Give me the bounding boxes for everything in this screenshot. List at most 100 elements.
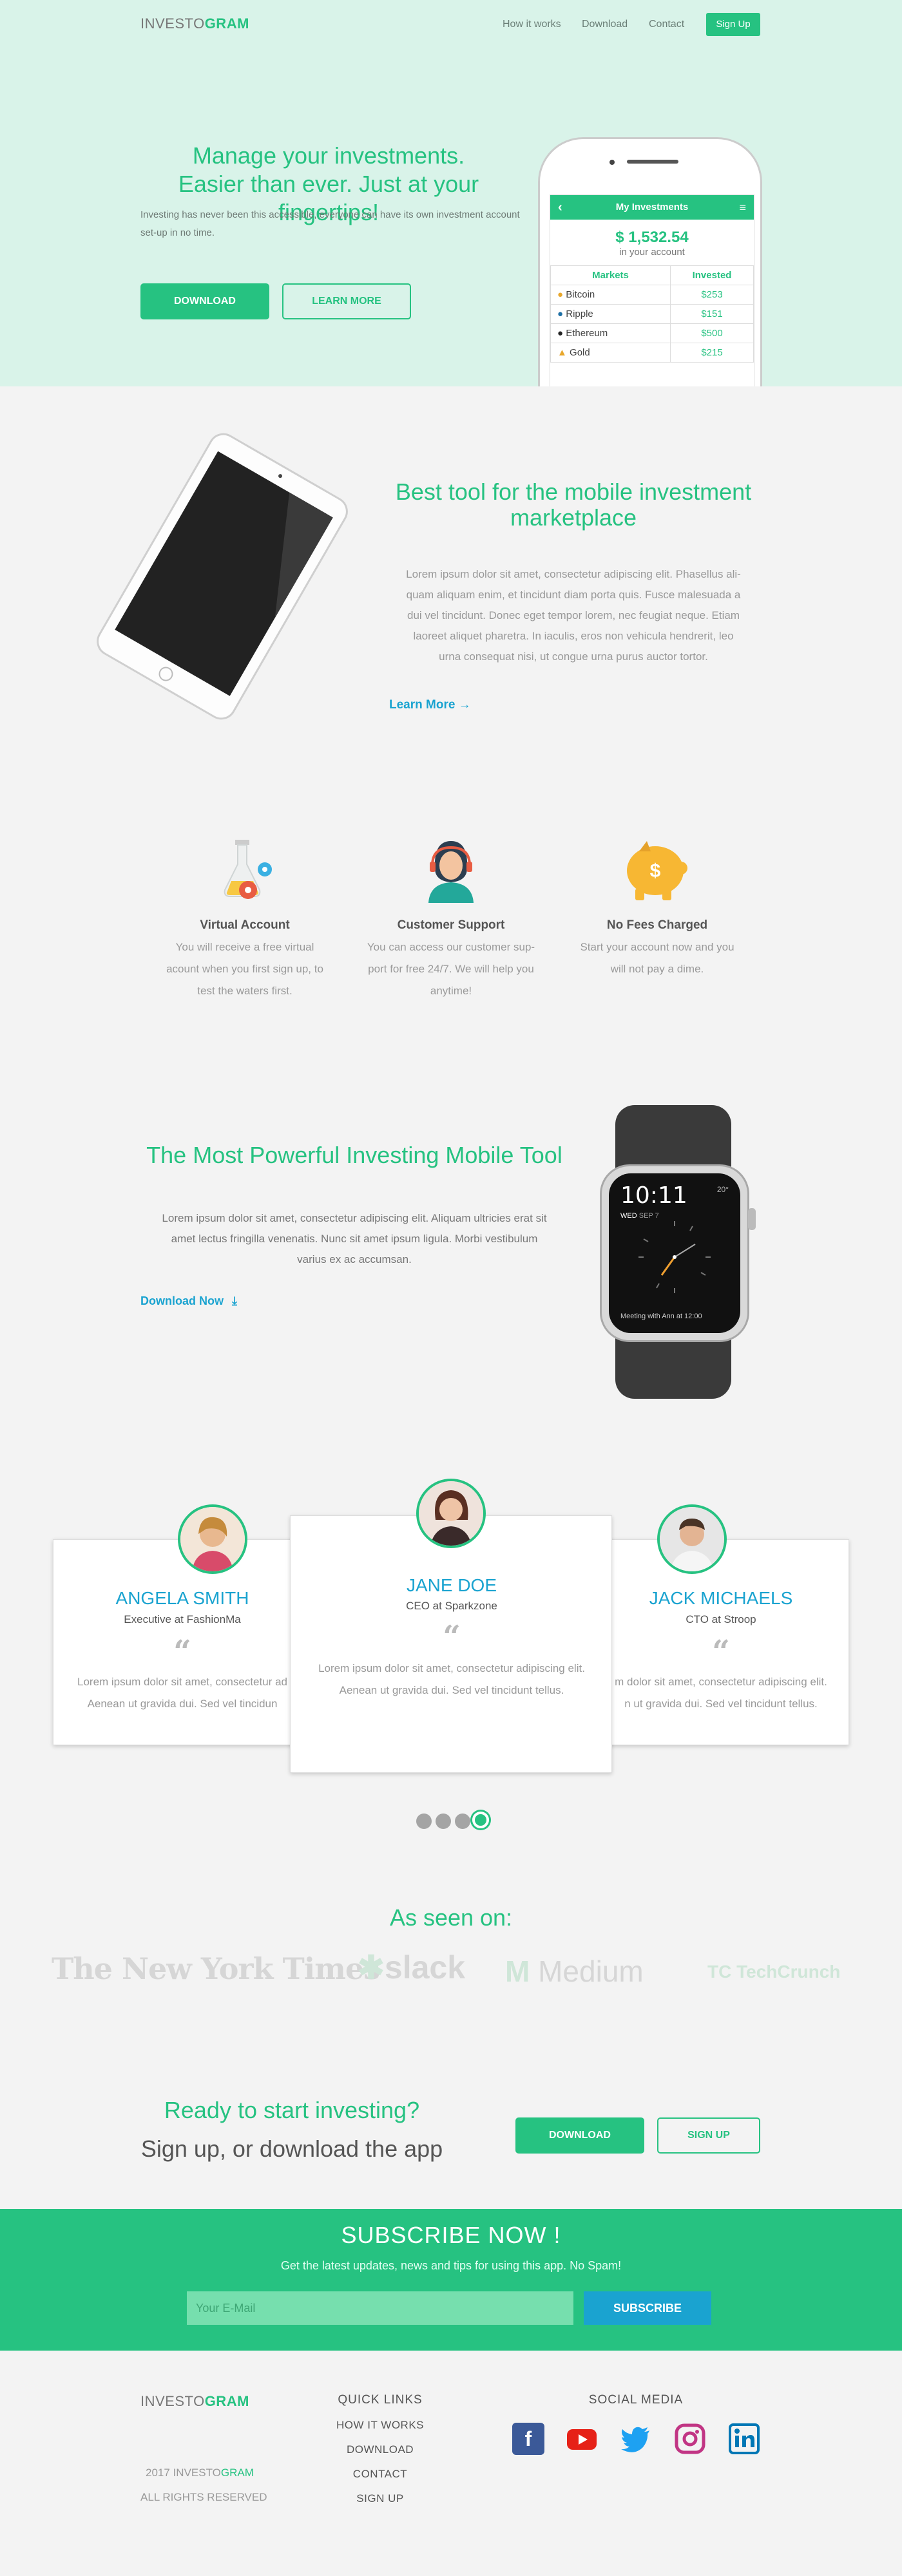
hero-learn-more-button[interactable]: LEARN MORE xyxy=(282,283,411,319)
app-header: ‹ My Investments ≡ xyxy=(550,195,754,220)
nyt-logo: The New York Times xyxy=(52,1951,380,1986)
cta-signup-button[interactable]: SIGN UP xyxy=(657,2117,760,2154)
press-title: As seen on: xyxy=(389,1904,513,1931)
feature-virtual-account: Virtual Account You will receive a free … xyxy=(148,918,341,1002)
tool-learn-more-link[interactable]: Learn More → xyxy=(389,698,471,712)
footer-link-sign-up[interactable]: SIGN UP xyxy=(316,2492,445,2505)
powerful-title: The Most Powerful Investing Mobile Tool xyxy=(146,1142,562,1168)
footer-rights: ALL RIGHTS RESERVED xyxy=(140,2491,267,2503)
hero-description: Investing has never been this accessible… xyxy=(140,209,520,238)
brand-suffix: GRAM xyxy=(204,15,249,32)
linkedin-icon[interactable] xyxy=(728,2423,760,2455)
cta-subtitle: Sign up, or download the app xyxy=(140,2136,443,2162)
facebook-icon[interactable]: f xyxy=(512,2423,544,2455)
copyright-year: 2017 xyxy=(146,2467,170,2479)
tool-description: Lorem ipsum dolor sit amet, consectetur … xyxy=(380,564,767,667)
tool-text-line: Lorem ipsum dolor sit amet, consectetur … xyxy=(406,568,741,580)
powerful-text-line: amet lectus fringilla venenatis. Nunc si… xyxy=(171,1233,538,1245)
feature-text-line: test the waters first. xyxy=(197,985,293,997)
watch-screen: 10:11 20° WED SEP 7 Meeting with Ann at … xyxy=(609,1173,740,1333)
testimonial-card-center: JANE DOE CEO at Sparkzone “ Lorem ipsum … xyxy=(290,1515,612,1773)
brand-suffix: GRAM xyxy=(204,2393,249,2409)
phone-speaker xyxy=(627,160,678,164)
footer-link-download[interactable]: DOWNLOAD xyxy=(316,2443,445,2456)
feature-text-line: port for free 24/7. We will help you xyxy=(368,963,534,975)
table-row[interactable]: ▲ Gold $215 xyxy=(550,343,754,363)
brand-suffix: GRAM xyxy=(220,2467,254,2479)
carousel-dot[interactable] xyxy=(436,1814,451,1829)
powerful-description: Lorem ipsum dolor sit amet, consectetur … xyxy=(129,1208,580,1270)
quote-icon: “ xyxy=(173,1634,191,1670)
nav-contact[interactable]: Contact xyxy=(649,19,684,30)
phone-mockup: ‹ My Investments ≡ $ 1,532.54 in your ac… xyxy=(538,137,762,386)
ethereum-icon: ● xyxy=(557,328,564,339)
quote-icon: “ xyxy=(712,1634,730,1670)
menu-icon[interactable]: ≡ xyxy=(739,195,746,220)
medium-icon: M xyxy=(505,1955,530,1988)
market-invested: $253 xyxy=(670,285,754,305)
testimonial-card-left: ANGELA SMITH Executive at FashionMa “ Lo… xyxy=(53,1539,311,1745)
slack-icon: ✱ xyxy=(358,1949,385,1985)
table-row[interactable]: ● Bitcoin $253 xyxy=(550,285,754,305)
email-input[interactable] xyxy=(187,2291,573,2325)
feature-text-line: You can access our customer sup- xyxy=(367,941,535,953)
market-name: Bitcoin xyxy=(566,289,595,300)
feature-title: Customer Support xyxy=(397,918,505,932)
slack-wordmark: slack xyxy=(384,1949,466,1985)
market-invested: $500 xyxy=(670,323,754,343)
arrow-right-icon: → xyxy=(458,698,471,712)
brand-logo[interactable]: INVESTOGRAM xyxy=(140,15,249,32)
flask-gears-icon xyxy=(209,836,280,907)
download-now-link[interactable]: Download Now ⤓ xyxy=(140,1294,237,1308)
svg-text:$: $ xyxy=(650,860,661,882)
feature-customer-support: Customer Support You can access our cust… xyxy=(354,918,548,1002)
testimonial-name: ANGELA SMITH xyxy=(115,1588,249,1608)
feature-text-line: You will receive a free virtual xyxy=(175,941,314,953)
avatar xyxy=(416,1479,486,1548)
back-icon[interactable]: ‹ xyxy=(558,195,562,220)
table-header-markets: Markets xyxy=(550,265,671,285)
nav-download[interactable]: Download xyxy=(582,19,628,30)
testimonial-text: m dolor sit amet, consectetur adipiscing… xyxy=(592,1671,850,1715)
footer-logo[interactable]: INVESTOGRAM xyxy=(140,2393,249,2410)
hero-download-button[interactable]: DOWNLOAD xyxy=(140,283,269,319)
table-row[interactable]: ● Ethereum $500 xyxy=(550,323,754,343)
tool-learn-more-label: Learn More xyxy=(389,698,456,712)
tool-text-line: dui vel tincidunt. Donec eget tempor lor… xyxy=(407,609,740,621)
subscribe-section: SUBSCRIBE NOW ! Get the latest updates, … xyxy=(0,2209,902,2351)
brand-prefix: INVESTO xyxy=(173,2467,221,2479)
cta-download-button[interactable]: DOWNLOAD xyxy=(515,2117,644,2154)
testimonial-text-line: m dolor sit amet, consectetur adipiscing… xyxy=(615,1676,827,1688)
carousel-dot[interactable] xyxy=(455,1814,470,1829)
testimonial-role: Executive at FashionMa xyxy=(124,1613,241,1625)
footer-link-contact[interactable]: CONTACT xyxy=(316,2468,445,2481)
investments-table: Markets Invested ● Bitcoin $253 ● Ripple… xyxy=(550,265,754,363)
watch-time: 10:11 xyxy=(620,1182,687,1209)
avatar xyxy=(657,1504,727,1574)
download-icon: ⤓ xyxy=(232,1294,237,1307)
nav-how-it-works[interactable]: How it works xyxy=(503,19,561,30)
social-media-title: SOCIAL MEDIA xyxy=(588,2393,684,2407)
twitter-icon[interactable] xyxy=(620,2423,652,2455)
carousel-dot-active[interactable] xyxy=(472,1812,489,1828)
testimonial-text: Lorem ipsum dolor sit amet, consectetur … xyxy=(53,1671,311,1715)
youtube-icon[interactable] xyxy=(566,2423,598,2455)
feature-text: You can access our customer sup- port fo… xyxy=(354,936,548,1002)
instagram-icon[interactable] xyxy=(674,2423,706,2455)
watch-crown xyxy=(748,1208,756,1230)
powerful-text-line: Lorem ipsum dolor sit amet, consectetur … xyxy=(162,1212,547,1224)
medium-logo: M Medium xyxy=(505,1954,644,1989)
subscribe-button[interactable]: SUBSCRIBE xyxy=(584,2291,711,2325)
quote-icon: “ xyxy=(443,1619,461,1655)
slack-logo: ✱slack xyxy=(358,1949,465,1986)
cta-title: Ready to start investing? xyxy=(164,2097,420,2123)
feature-text-line: acount when you first sign up, to xyxy=(166,963,323,975)
footer-link-how-it-works[interactable]: HOW IT WORKS xyxy=(316,2419,445,2432)
feature-text: You will receive a free virtual acount w… xyxy=(148,936,341,1002)
piggy-bank-icon: $ xyxy=(620,837,691,905)
nav-signup-button[interactable]: Sign Up xyxy=(706,13,760,36)
tool-title-line2: marketplace xyxy=(510,504,637,531)
table-row[interactable]: ● Ripple $151 xyxy=(550,304,754,324)
market-name: Gold xyxy=(570,347,590,358)
carousel-dot[interactable] xyxy=(416,1814,432,1829)
